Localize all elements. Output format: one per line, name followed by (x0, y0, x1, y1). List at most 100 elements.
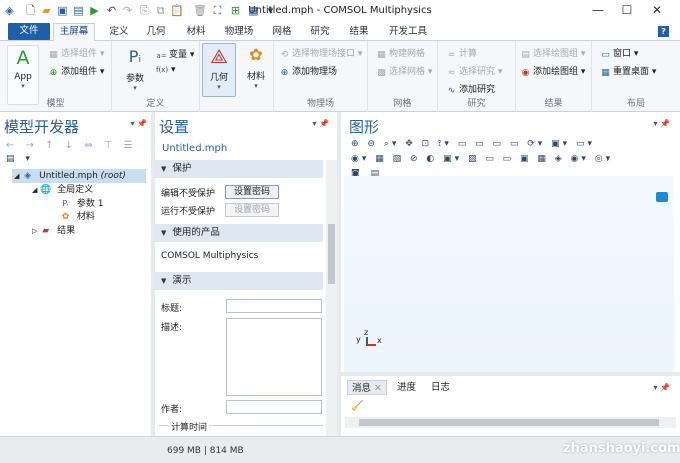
functions-button[interactable]: f(x) ▾ (156, 65, 175, 75)
minimize-button[interactable]: — (587, 2, 609, 18)
scrollbar-thumb[interactable] (328, 224, 335, 284)
tree-results[interactable]: ▷ ▰ 结果 (32, 225, 75, 238)
group-layout-label: 布局 (626, 99, 645, 109)
tree-global-definitions[interactable]: ◢ 🌐 全局定义 (32, 184, 93, 197)
tab-home[interactable]: 主屏幕 (53, 23, 95, 42)
select-plot-group-button[interactable]: ▤ 选择绘图组 ▾ (520, 46, 585, 60)
geometry-icon: ⟁ (210, 44, 228, 68)
help-icon[interactable]: ? (658, 26, 669, 37)
add-component-button[interactable]: ⊕ 添加组件 ▾ (48, 64, 105, 78)
messages-hscrollbar[interactable] (345, 417, 676, 428)
set-edit-password-button[interactable]: 设置密码 (225, 185, 279, 199)
set-run-password-button[interactable]: 设置密码 (225, 203, 279, 217)
plot-group-icon: ▤ (521, 50, 530, 60)
graphics-pane: 图形 ▾ 📌 ⊕ ⊖ ⌕▾ ✥ ⊡ ⟟▾ ▭ ▭ ▭ ▭ ⟳▾ ▣▾ ▭▾ ◉▾… (341, 112, 680, 463)
graphics-toolbar-row2[interactable]: ◉▾ ▦ ▧ ⊘ ◐ ▣▾ ▨ ▭ ▭ ▣ ▦ ◈ ◉▾ ◎▾ (351, 154, 613, 164)
nav-toolbar[interactable]: ← → ↑ ↓ ⇔ ⊤ ☰ (6, 140, 137, 151)
add-physics-button[interactable]: ⊕ 添加物理场 (279, 64, 337, 78)
collapse-icon: ▼ (161, 165, 167, 173)
tab-file[interactable]: 文件 (8, 23, 50, 40)
tree-options-icon[interactable]: ▤ ▾ (6, 154, 34, 164)
build-mesh-button[interactable]: ▦ 构建网格 (376, 46, 425, 60)
section-presentation[interactable]: ▼ 演示 (155, 272, 323, 290)
tab-developer[interactable]: 开发工具 (383, 24, 433, 40)
close-button[interactable]: ✕ (646, 2, 668, 18)
group-mesh-label: 网格 (393, 99, 412, 109)
tree-root[interactable]: ◢ ◈ Untitled.mph (root) (14, 170, 126, 183)
hscroll-thumb[interactable] (359, 419, 659, 426)
parameters-icon: Pᵢ (128, 47, 142, 66)
settings-menu-icon[interactable]: ▾ 📌 (312, 119, 329, 128)
group-results-label: 结果 (544, 99, 563, 109)
group-geometry: ⟁ 几何 ▾ (200, 41, 238, 112)
tab-study[interactable]: 研究 (305, 24, 335, 40)
settings-title: 设置 (159, 118, 190, 136)
tab-messages[interactable]: 消息 ✕ (347, 380, 388, 395)
tab-log[interactable]: 日志 (427, 380, 454, 395)
view-cube-icon[interactable] (656, 192, 668, 202)
parameters-label: 参数 (125, 74, 144, 84)
windows-button[interactable]: ▭ 窗口 ▾ (600, 46, 638, 60)
variables-icon: a= (156, 52, 167, 60)
select-mesh-button[interactable]: ▩ 选择网格 ▾ (376, 64, 432, 78)
description-textarea[interactable] (226, 318, 322, 396)
select-physics-interface-button[interactable]: ⟲ 选择物理场接口 ▾ (279, 46, 363, 60)
graphics-menu-icon[interactable]: ▾ 📌 (653, 119, 670, 128)
component-icon: ▦ (49, 50, 58, 60)
add-plot-group-icon: ◉ (521, 68, 530, 78)
add-study-button[interactable]: ∿ 添加研究 (446, 82, 495, 96)
tree-materials[interactable]: ✿ 材料 (60, 211, 95, 224)
geometry-label: 几何 (209, 73, 228, 83)
author-input[interactable] (226, 400, 322, 414)
axis-z-label: z (364, 328, 369, 337)
collapse-icon: ▼ (161, 277, 167, 285)
settings-scrollbar[interactable] (326, 160, 337, 436)
variables-button[interactable]: a= 变量 ▾ (156, 47, 194, 61)
run-protection-label: 运行不受保护 (161, 207, 216, 217)
messages-menu-icon[interactable]: ▾ 📌 (653, 383, 670, 392)
app-label: App (14, 72, 32, 82)
description-label: 描述: (161, 323, 183, 333)
materials-tree-icon: ✿ (61, 212, 70, 222)
compute-button[interactable]: = 计算 (446, 46, 477, 60)
title-label: 标题: (161, 304, 183, 314)
settings-subtitle: Untitled.mph (162, 143, 228, 154)
physics-interface-icon: ⟲ (280, 50, 289, 60)
materials-button[interactable]: ✿ 材料 ▾ (240, 43, 272, 97)
group-study: = 计算 ≈ 选择研究 ▾ ∿ 添加研究 研究 (438, 41, 516, 112)
app-icon: A (16, 47, 30, 69)
maximize-button[interactable]: ☐ (616, 2, 638, 18)
add-plot-group-button[interactable]: ◉ 添加绘图组 ▾ (520, 64, 586, 78)
tab-definitions[interactable]: 定义 (104, 24, 134, 40)
tree-parameters-1[interactable]: Pᵢ 参数 1 (60, 198, 103, 211)
clear-messages-icon[interactable]: 🧹 (351, 401, 363, 412)
tab-mesh[interactable]: 网格 (267, 24, 297, 40)
title-input[interactable] (226, 299, 322, 313)
settings-pane: 设置 ▾ 📌 Untitled.mph ▼ 保护 编辑不受保护 设置密码 运行不受… (155, 112, 341, 436)
tab-geometry[interactable]: 几何 (141, 24, 171, 40)
add-study-icon: ∿ (447, 86, 456, 96)
compute-icon: = (447, 50, 456, 60)
status-bar: 699 MB | 814 MB zhanshaoyi.com (0, 436, 680, 463)
select-study-button[interactable]: ≈ 选择研究 ▾ (446, 64, 503, 78)
graphics-toolbar-row1[interactable]: ⊕ ⊖ ⌕▾ ✥ ⊡ ⟟▾ ▭ ▭ ▭ ▭ ⟳▾ ▣▾ ▭▾ (351, 139, 595, 149)
group-definitions-label: 定义 (146, 99, 165, 109)
select-component-button[interactable]: ▦ 选择组件 ▾ (48, 46, 104, 60)
ribbon-tabs: 文件 主屏幕 定义 几何 材料 物理场 网格 研究 结果 开发工具 ? (0, 22, 680, 42)
materials-label: 材料 (246, 72, 265, 82)
geometry-button[interactable]: ⟁ 几何 ▾ (202, 43, 236, 97)
watermark: zhanshaoyi.com (563, 441, 680, 456)
tab-physics[interactable]: 物理场 (220, 24, 258, 40)
group-results: ▤ 选择绘图组 ▾ ◉ 添加绘图组 ▾ 结果 (516, 41, 592, 112)
pane-menu-icon[interactable]: ▾ 📌 (130, 119, 147, 128)
parameters-button[interactable]: Pᵢ 参数 ▾ (120, 45, 150, 92)
tab-materials[interactable]: 材料 (181, 24, 211, 40)
axis-x-line (366, 344, 376, 346)
section-products[interactable]: ▼ 使用的产品 (155, 224, 323, 242)
section-protection[interactable]: ▼ 保护 (155, 160, 323, 178)
tab-results[interactable]: 结果 (344, 24, 374, 40)
close-tab-icon[interactable]: ✕ (374, 383, 382, 394)
tab-progress[interactable]: 进度 (393, 380, 420, 395)
reset-desktop-button[interactable]: ▦ 重置桌面 ▾ (600, 64, 656, 78)
ribbon: A App ▾ ▦ 选择组件 ▾ ⊕ 添加组件 ▾ 模型 Pᵢ 参数 ▾ a= 变量 … (0, 41, 680, 112)
